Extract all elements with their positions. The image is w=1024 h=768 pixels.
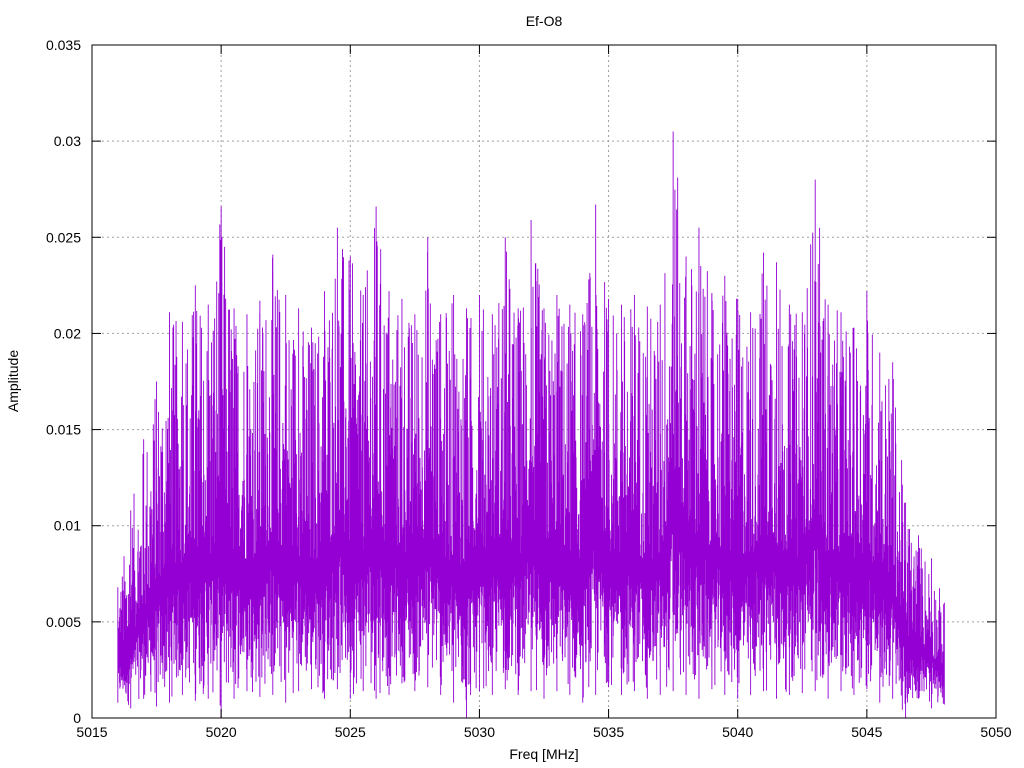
x-tick-label: 5030	[464, 724, 495, 740]
y-tick-label: 0.01	[54, 518, 81, 534]
y-tick-label: 0	[73, 710, 81, 726]
x-tick-label: 5050	[980, 724, 1011, 740]
x-tick-label: 5045	[851, 724, 882, 740]
x-tick-label: 5015	[76, 724, 107, 740]
chart-title: Ef-O8	[526, 13, 563, 29]
y-tick-label: 0.015	[46, 422, 81, 438]
y-tick-label: 0.035	[46, 37, 81, 53]
y-tick-label: 0.03	[54, 133, 81, 149]
x-tick-label: 5040	[722, 724, 753, 740]
x-tick-label: 5025	[335, 724, 366, 740]
x-tick-label: 5035	[593, 724, 624, 740]
y-tick-label: 0.005	[46, 614, 81, 630]
y-tick-label: 0.02	[54, 325, 81, 341]
y-tick-label: 0.025	[46, 229, 81, 245]
chart: 5015 5020 5025 5030 5035 5040 5045 5050 0 0.005 0.…	[0, 0, 1024, 768]
y-axis-label: Amplitude	[5, 350, 21, 412]
x-axis-label: Freq [MHz]	[509, 746, 578, 762]
x-tick-label: 5020	[206, 724, 237, 740]
